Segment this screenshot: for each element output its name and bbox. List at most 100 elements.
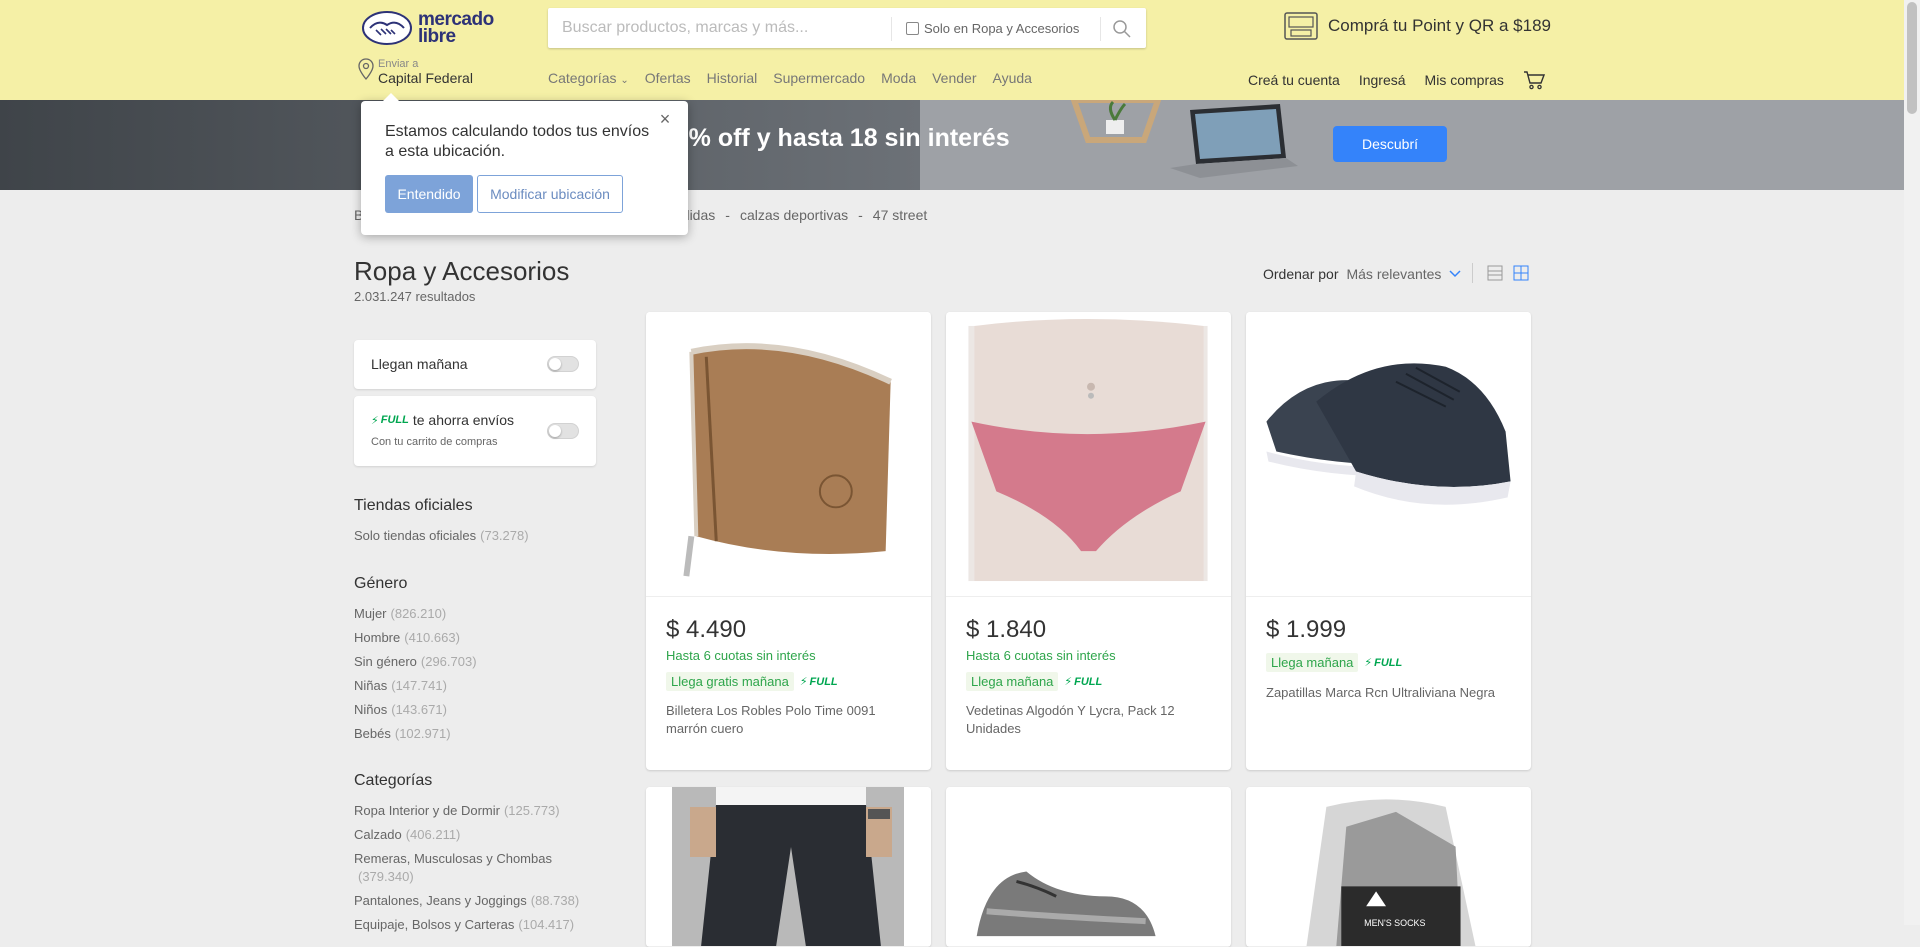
filter-label: Niños (354, 702, 388, 717)
discover-button[interactable]: Descubrí (1333, 126, 1447, 162)
close-icon[interactable]: × (657, 110, 673, 128)
create-account-link[interactable]: Creá tu cuenta (1248, 72, 1340, 88)
nav-categorias[interactable]: Categorías ⌄ (548, 70, 629, 86)
filter-count: (125.773) (503, 803, 560, 818)
filter-gender-ninos[interactable]: Niños (143.671) (354, 698, 477, 722)
categories-list: Ropa Interior y de Dormir (125.773) Calza… (354, 799, 594, 937)
grid-view-icon[interactable] (1513, 265, 1529, 281)
socks-label: MEN'S SOCKS (1364, 918, 1425, 928)
location-text: Enviar a Capital Federal (378, 58, 473, 86)
full-badge-text: FULL (809, 675, 838, 688)
point-promo[interactable]: Comprá tu Point y QR a $189 (1284, 12, 1551, 40)
product-card[interactable]: $ 1.999 Llega mañana ⚡ FULL Zapatillas Ma… (1246, 312, 1531, 770)
filter-gender-sin-genero[interactable]: Sin género (296.703) (354, 650, 477, 674)
category-only-checkbox[interactable]: Solo en Ropa y Accesorios (906, 8, 1079, 48)
filter-label: Mujer (354, 606, 387, 621)
nav-ayuda[interactable]: Ayuda (992, 70, 1031, 86)
filter-category[interactable]: Equipaje, Bolsos y Carteras (104.417) (354, 913, 594, 937)
gender-title: Género (354, 575, 408, 592)
product-price: $ 4.490 (666, 616, 747, 643)
banner-text: a 40% off y hasta 18 sin interés (640, 124, 1010, 152)
location-value: Capital Federal (378, 70, 473, 86)
login-link[interactable]: Ingresá (1359, 72, 1406, 88)
filter-count: (296.703) (420, 654, 477, 669)
shelf-plant-image (1070, 100, 1162, 143)
product-installments: Hasta 6 cuotas sin interés (966, 648, 1116, 663)
filter-label: Bebés (354, 726, 391, 741)
mercadolibre-logo[interactable]: mercado libre (362, 9, 512, 47)
full-text: te ahorra envíos (412, 412, 515, 428)
category-only-label: Solo en Ropa y Accesorios (924, 20, 1080, 36)
breadcrumb-item[interactable]: calzas deportivas (740, 207, 848, 223)
tooltip-message: Estamos calculando todos tus envíos a es… (385, 123, 650, 160)
filter-category[interactable]: Pantalones, Jeans y Joggings (88.738) (354, 889, 594, 913)
breadcrumb-separator: - (858, 207, 863, 223)
promo-banner[interactable]: a 40% off y hasta 18 sin interés Descubr… (0, 100, 1904, 190)
product-installments: Hasta 6 cuotas sin interés (666, 648, 816, 663)
handshake-logo-icon (362, 11, 412, 45)
nav-historial[interactable]: Historial (707, 70, 758, 86)
full-badge: ⚡ FULL (371, 414, 409, 427)
sneakers-image (1246, 312, 1531, 597)
breadcrumb-item[interactable]: 47 street (873, 207, 927, 223)
filter-label: Solo tiendas oficiales (354, 528, 477, 543)
modify-location-button[interactable]: Modificar ubicación (477, 175, 623, 213)
scrollbar-thumb[interactable] (1907, 2, 1917, 114)
filter-count: (102.971) (394, 726, 451, 741)
filter-category[interactable]: Calzado (406.211) (354, 823, 594, 847)
filter-tomorrow[interactable]: Llegan mañana (354, 340, 596, 389)
nav-ofertas[interactable]: Ofertas (645, 70, 691, 86)
filter-category[interactable]: Ropa Interior y de Dormir (125.773) (354, 799, 594, 823)
filter-gender-hombre[interactable]: Hombre (410.663) (354, 626, 477, 650)
product-card[interactable]: MEN'S SOCKS (1246, 787, 1531, 947)
filter-official-stores[interactable]: Solo tiendas oficiales (73.278) (354, 524, 529, 548)
results-count: 2.031.247 resultados (354, 289, 476, 304)
full-toggle[interactable] (547, 423, 579, 439)
view-divider (1472, 263, 1473, 283)
list-view-icon[interactable] (1487, 265, 1503, 281)
wallet-image (646, 312, 931, 597)
nav-supermercado[interactable]: Supermercado (773, 70, 865, 86)
product-card[interactable] (946, 787, 1231, 947)
filter-count: (147.741) (391, 678, 447, 693)
view-toggle (1472, 263, 1529, 283)
shipping-badge: Llega mañana (966, 672, 1059, 691)
delivery-location[interactable]: Enviar a Capital Federal (358, 58, 473, 86)
nav-moda[interactable]: Moda (881, 70, 916, 86)
checkbox-box[interactable] (906, 21, 919, 35)
location-tooltip: Estamos calculando todos tus envíos a es… (361, 93, 688, 235)
filter-full[interactable]: ⚡ FULL te ahorra envíos Con tu carrito de… (354, 396, 596, 466)
sort-label: Ordenar por (1263, 266, 1339, 282)
nav-categorias-label: Categorías (548, 70, 617, 86)
tooltip-arrow (383, 93, 399, 101)
product-title[interactable]: Vedetinas Algodón Y Lycra, Pack 12 Unida… (966, 702, 1206, 738)
search-bar: Solo en Ropa y Accesorios (548, 8, 1146, 48)
search-icon[interactable] (1112, 19, 1132, 39)
filter-gender-mujer[interactable]: Mujer (826.210) (354, 602, 477, 626)
filter-gender-bebes[interactable]: Bebés (102.971) (354, 722, 477, 746)
product-card[interactable]: $ 1.840 Hasta 6 cuotas sin interés Llega… (946, 312, 1231, 770)
filter-label: Pantalones, Jeans y Joggings (354, 893, 527, 908)
lightning-icon: ⚡ (1364, 657, 1373, 669)
search-input[interactable] (560, 8, 880, 48)
product-card[interactable]: $ 4.490 Hasta 6 cuotas sin interés Llega… (646, 312, 931, 770)
filter-gender-ninas[interactable]: Niñas (147.741) (354, 674, 477, 698)
tomorrow-toggle[interactable] (547, 356, 579, 372)
full-badge: ⚡ FULL (800, 675, 838, 689)
my-purchases-link[interactable]: Mis compras (1425, 72, 1504, 88)
filter-count: (379.340) (358, 869, 414, 884)
search-divider (891, 17, 892, 41)
full-badge-text: FULL (380, 414, 409, 426)
product-title[interactable]: Billetera Los Robles Polo Time 0091 marr… (666, 702, 906, 738)
product-card[interactable] (646, 787, 931, 947)
filter-count: (410.663) (404, 630, 460, 645)
promo-text: Comprá tu Point y QR a $189 (1328, 16, 1552, 35)
nav-vender[interactable]: Vender (932, 70, 976, 86)
search-divider-2 (1100, 17, 1101, 41)
sort-dropdown[interactable]: Ordenar por Más relevantes (1263, 266, 1461, 282)
scrollbar[interactable] (1904, 0, 1920, 925)
cart-icon[interactable] (1523, 70, 1545, 90)
understood-button[interactable]: Entendido (385, 175, 473, 213)
product-title[interactable]: Zapatillas Marca Rcn Ultraliviana Negra (1266, 684, 1506, 702)
filter-category[interactable]: Remeras, Musculosas y Chombas (379.340) (354, 847, 594, 889)
